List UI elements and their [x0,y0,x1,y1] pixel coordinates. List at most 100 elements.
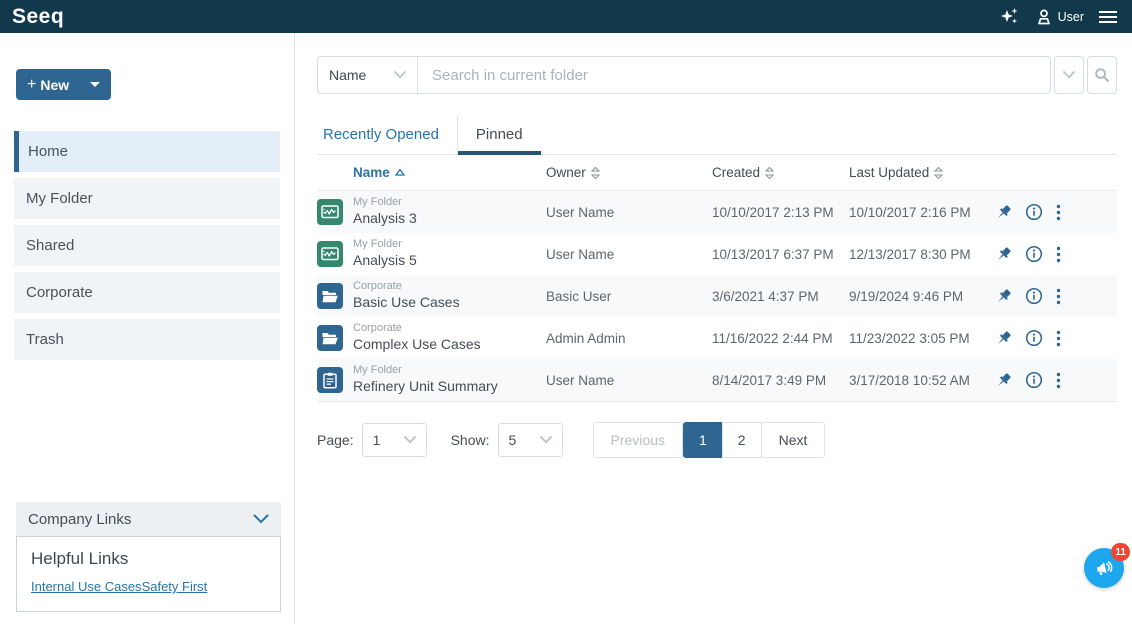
sidebar-item-label: My Folder [26,190,93,207]
topic-icon [317,367,343,393]
table-row[interactable]: Corporate Basic Use Cases Basic User 3/6… [317,275,1117,317]
item-created: 8/14/2017 3:49 PM [712,373,849,388]
pin-icon[interactable] [995,246,1012,263]
kebab-menu-icon[interactable] [1056,204,1061,221]
new-button[interactable]: + New [16,69,111,100]
column-header-created[interactable]: Created [712,165,849,180]
kebab-menu-icon[interactable] [1056,246,1061,263]
info-icon[interactable] [1025,203,1043,221]
info-icon[interactable] [1025,287,1043,305]
sidebar-item-shared[interactable]: Shared [14,225,280,266]
table-row[interactable]: My Folder Analysis 5 User Name 10/13/201… [317,233,1117,275]
search-options-button[interactable] [1054,56,1084,94]
table-row[interactable]: My Folder Refinery Unit Summary User Nam… [317,359,1117,401]
tab-label: Recently Opened [323,126,439,143]
item-created: 3/6/2021 4:37 PM [712,289,849,304]
column-header-last-updated[interactable]: Last Updated [849,165,990,180]
item-name-link[interactable]: Complex Use Cases [353,336,546,354]
seeq-logo: Seeq [12,6,64,27]
user-label: User [1058,10,1084,24]
search-field-selector[interactable]: Name [318,57,418,93]
column-header-owner[interactable]: Owner [546,165,712,180]
item-name-link[interactable]: Basic Use Cases [353,294,546,312]
tab-pinned[interactable]: Pinned [457,115,541,154]
table-row[interactable]: Corporate Complex Use Cases Admin Admin … [317,317,1117,359]
kebab-menu-icon[interactable] [1056,372,1061,389]
sidebar-item-home[interactable]: Home [14,131,280,172]
page-button-2[interactable]: 2 [722,422,762,458]
sidebar-item-trash[interactable]: Trash [14,319,280,360]
announcements-button[interactable]: 11 [1084,548,1124,588]
info-icon[interactable] [1025,371,1043,389]
item-name-link[interactable]: Analysis 5 [353,252,546,270]
info-icon[interactable] [1025,329,1043,347]
ai-sparkles-icon[interactable] [999,7,1021,27]
item-owner: User Name [546,247,712,262]
item-owner: Admin Admin [546,331,712,346]
page-select-value: 1 [373,432,381,448]
item-updated: 3/17/2018 10:52 AM [849,373,990,388]
show-select[interactable]: 5 [498,423,563,457]
notification-badge: 11 [1111,543,1130,561]
link-internal-use-cases[interactable]: Internal Use Cases [31,579,142,594]
next-page-button[interactable]: Next [761,422,826,458]
item-owner: User Name [546,205,712,220]
main-content: Name Recently Opened [295,33,1132,624]
sidebar-item-label: Trash [26,331,64,348]
pin-icon[interactable] [995,372,1012,389]
column-label: Name [353,165,390,180]
info-icon[interactable] [1025,245,1043,263]
company-links-section: Company Links Helpful Links Internal Use… [16,502,281,612]
chevron-down-icon [540,436,552,444]
chevron-down-icon [404,436,416,444]
tab-recently-opened[interactable]: Recently Opened [317,115,457,154]
page-button-1[interactable]: 1 [683,422,723,458]
search-input[interactable] [418,57,1050,93]
hamburger-menu-icon[interactable] [1098,9,1118,25]
sidebar-item-label: Shared [26,237,74,254]
sidebar-nav: Home My Folder Shared Corporate Trash [0,131,294,360]
pin-icon[interactable] [995,204,1012,221]
chevron-down-icon [253,514,269,524]
table-header-row: Name Owner Created Last Updated [317,155,1117,191]
sidebar: + New Home My Folder Shared Corporate Tr… [0,33,295,624]
pager-buttons: Previous 12 Next [593,422,826,458]
link-safety-first[interactable]: Safety First [142,579,208,594]
column-header-name[interactable]: Name [353,165,546,180]
item-created: 11/16/2022 2:44 PM [712,331,849,346]
table-row[interactable]: My Folder Analysis 3 User Name 10/10/201… [317,191,1117,233]
item-updated: 12/13/2017 8:30 PM [849,247,990,262]
kebab-menu-icon[interactable] [1056,288,1061,305]
search-bar: Name [317,56,1117,94]
megaphone-icon [1093,557,1115,579]
item-name-link[interactable]: Refinery Unit Summary [353,378,546,396]
page-select[interactable]: 1 [362,423,427,457]
item-folder-label: My Folder [353,238,546,252]
previous-page-button[interactable]: Previous [593,422,683,458]
column-label: Owner [546,165,586,180]
content-tabs: Recently Opened Pinned [317,115,1117,155]
analysis-icon [317,241,343,267]
item-folder-label: My Folder [353,364,546,378]
column-label: Created [712,165,760,180]
company-links-header[interactable]: Company Links [16,502,281,536]
pagination: Page: 1 Show: 5 Previous 12 Next [317,422,1117,458]
sort-icon [591,167,600,179]
user-menu[interactable]: User [1035,8,1084,26]
search-submit-button[interactable] [1087,56,1117,94]
sort-asc-icon [395,169,405,177]
page-label: Page: [317,432,354,448]
kebab-menu-icon[interactable] [1056,330,1061,347]
item-folder-label: My Folder [353,196,546,210]
item-name-link[interactable]: Analysis 3 [353,210,546,228]
new-button-label: New [40,77,90,93]
sidebar-item-label: Home [28,143,68,160]
sidebar-item-my-folder[interactable]: My Folder [14,178,280,219]
company-links-title: Company Links [28,511,131,528]
chevron-down-icon [394,71,406,79]
user-icon [1035,8,1053,26]
pin-icon[interactable] [995,330,1012,347]
pin-icon[interactable] [995,288,1012,305]
column-label: Last Updated [849,165,929,180]
sidebar-item-corporate[interactable]: Corporate [14,272,280,313]
